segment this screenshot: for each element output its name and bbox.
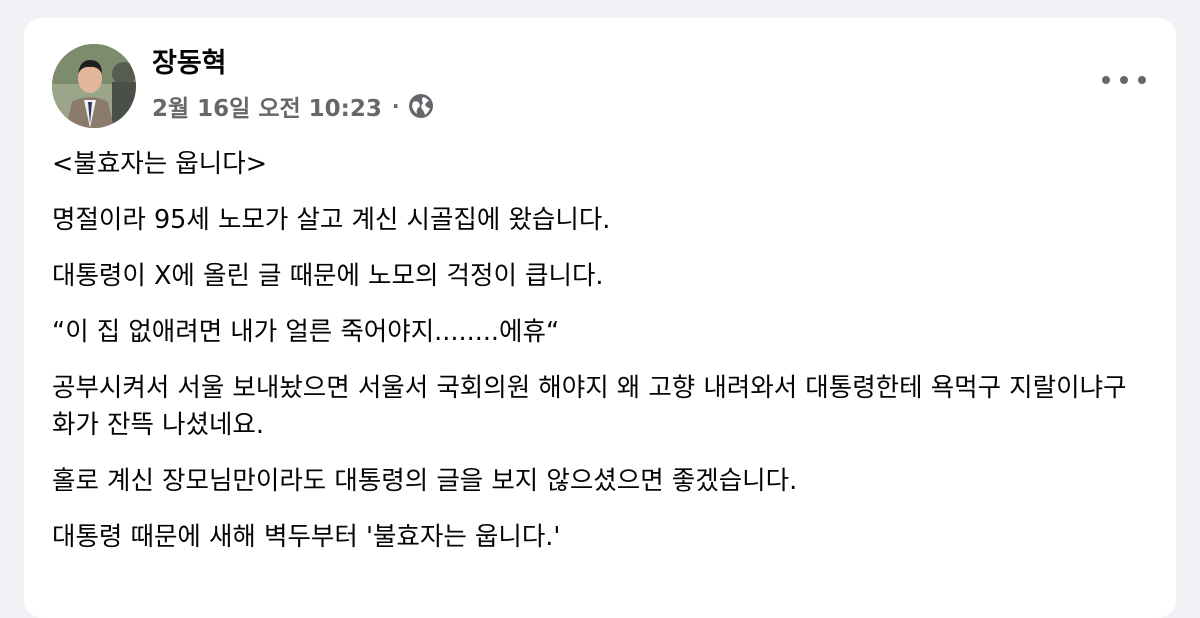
post-timestamp[interactable]: 2월 16일 오전 10:23 (152, 89, 382, 123)
more-dot (1102, 76, 1110, 84)
post-meta: 2월 16일 오전 10:23 · (152, 90, 434, 122)
post-paragraph: <불효자는 웁니다> (52, 149, 268, 179)
post-paragraph: 명절이라 95세 노모가 살고 계신 시골집에 왔습니다. (52, 205, 611, 235)
more-options-icon[interactable] (1102, 66, 1146, 94)
post-body: <불효자는 웁니다> 명절이라 95세 노모가 살고 계신 시골집에 왔습니다.… (52, 146, 1148, 575)
post-paragraph: 대통령 때문에 새해 벽두부터 '불효자는 웁니다.' (52, 522, 561, 552)
avatar[interactable] (52, 44, 136, 128)
meta-separator: · (391, 94, 400, 118)
post-paragraph: 대통령이 X에 올린 글 때문에 노모의 걱정이 큽니다. (52, 261, 604, 291)
more-dot (1138, 76, 1146, 84)
globe-icon[interactable] (408, 93, 434, 119)
post-paragraph: 홀로 계신 장모님만이라도 대통령의 글을 보지 않으셨으면 좋겠습니다. (52, 466, 798, 496)
more-dot (1120, 76, 1128, 84)
post-paragraph: “이 집 없애려면 내가 얼른 죽어야지........에휴“ (52, 317, 560, 347)
post-paragraph: 공부시켜서 서울 보내놨으면 서울서 국회의원 해야지 왜 고향 내려와서 대통… (52, 373, 1127, 440)
post-card: 장동혁 2월 16일 오전 10:23 · <불효자는 웁니다> 명절이라 95… (24, 18, 1176, 618)
author-name[interactable]: 장동혁 (152, 46, 227, 82)
